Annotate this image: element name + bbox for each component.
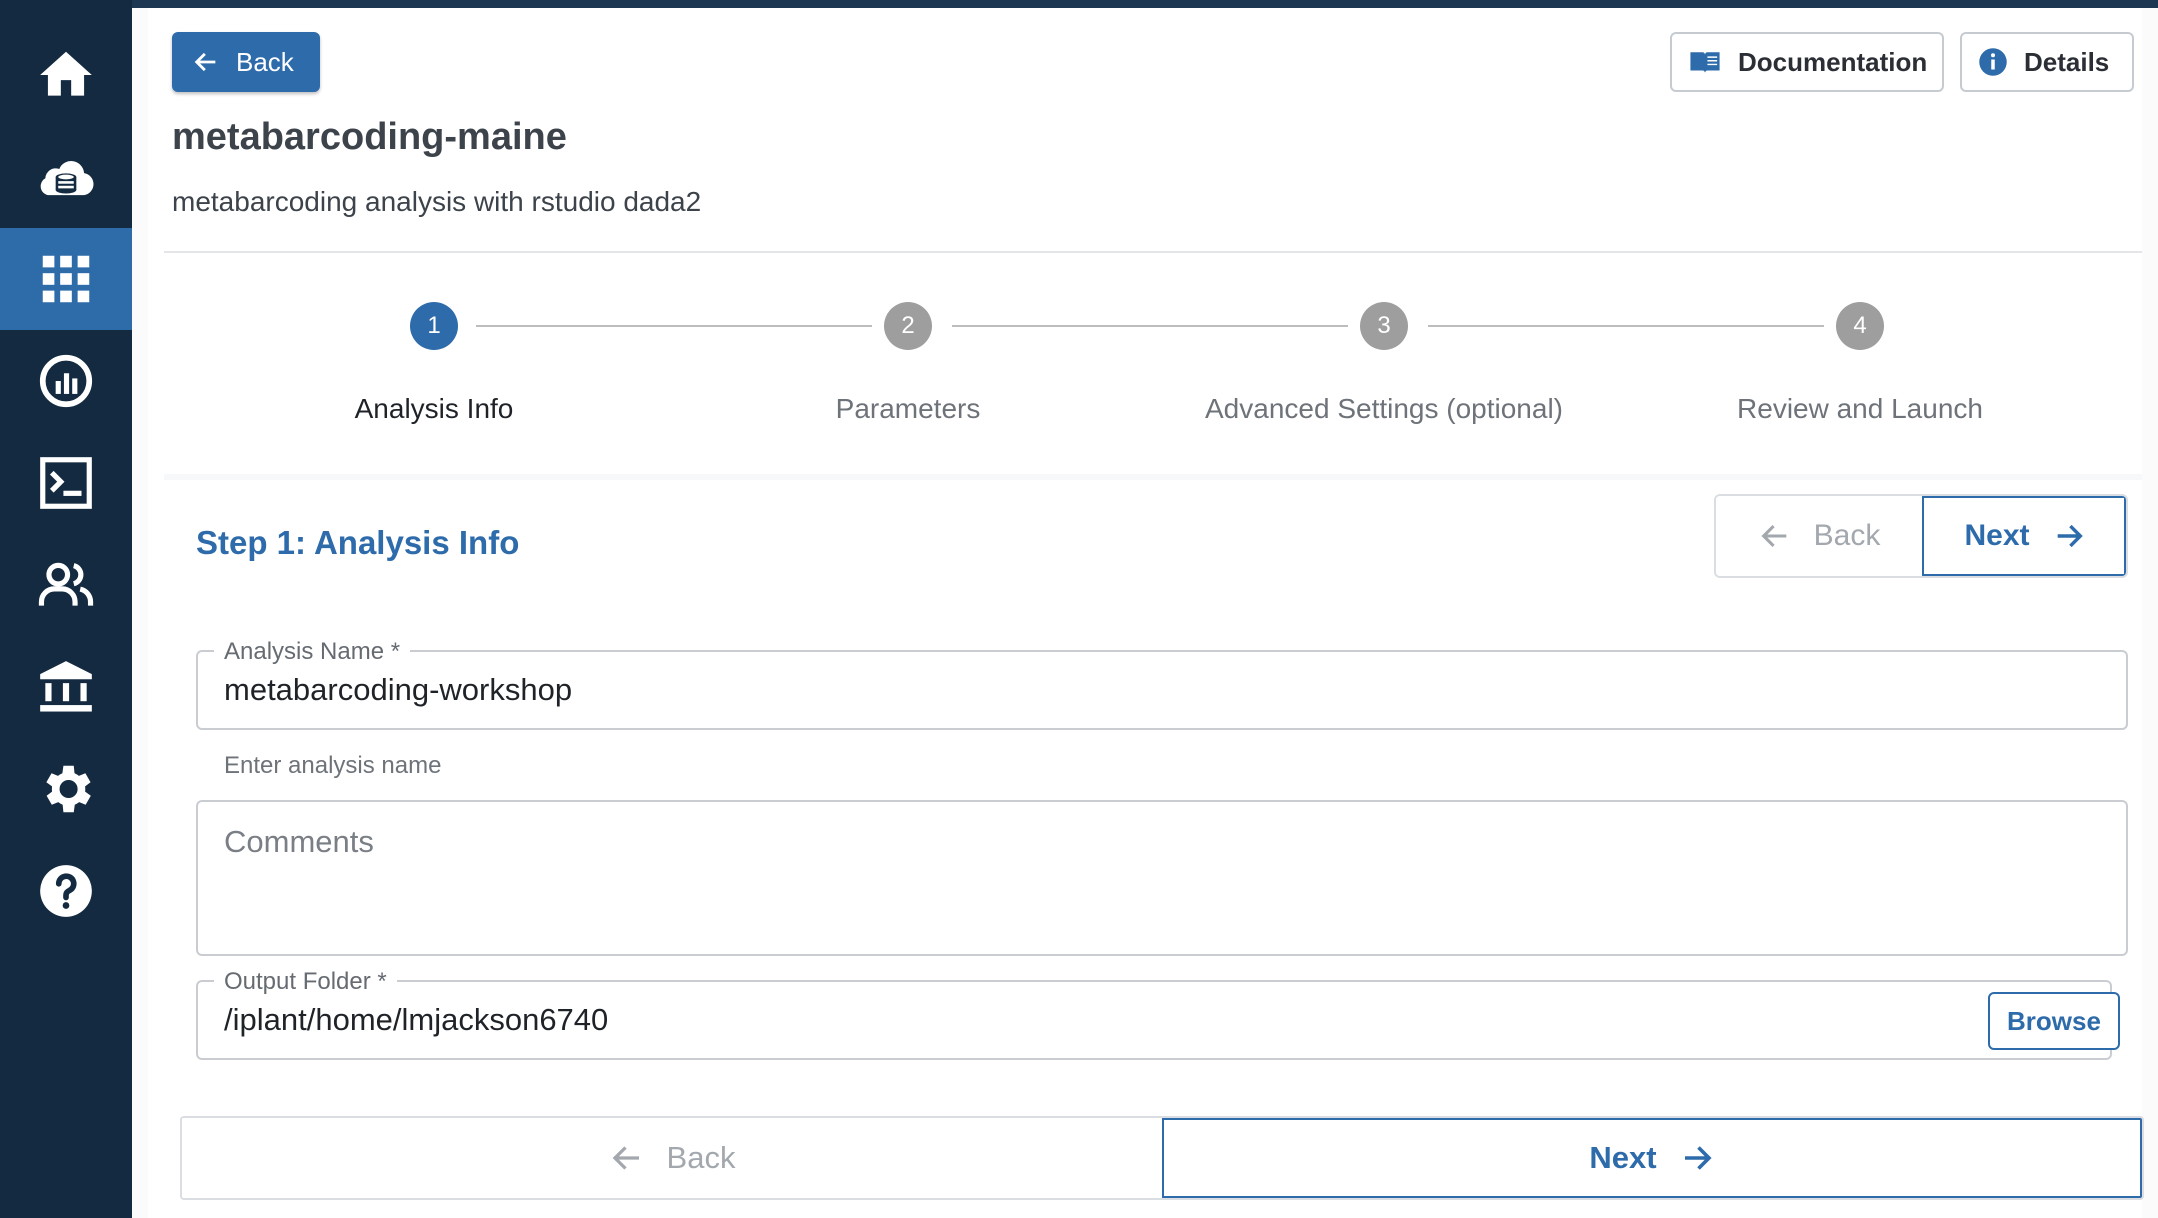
arrow-left-icon [612, 1146, 639, 1170]
documentation-button-label: Documentation [1738, 46, 1928, 77]
back-button-label: Back [236, 46, 294, 77]
analysis-name-input[interactable]: metabarcoding-workshop [224, 672, 572, 708]
step-next-label: Next [1964, 519, 2030, 552]
nav-settings[interactable] [0, 738, 132, 840]
back-button[interactable]: Back [172, 32, 320, 92]
step-2-circle[interactable]: 2 [884, 302, 932, 350]
step-1-label[interactable]: Analysis Info [355, 393, 514, 425]
step-nav-top: Back Next [1714, 494, 2128, 578]
comments-placeholder: Comments [224, 824, 374, 859]
step-2-label[interactable]: Parameters [836, 393, 981, 425]
arrow-left-icon [194, 52, 216, 72]
nav-home[interactable] [0, 24, 132, 126]
apps-grid-icon [42, 255, 90, 303]
help-icon [40, 865, 92, 917]
arrow-right-icon [2057, 524, 2083, 548]
book-icon [1690, 52, 1720, 73]
info-icon [1979, 48, 2007, 76]
nav-teams[interactable] [0, 534, 132, 636]
institution-icon [40, 661, 92, 712]
step-heading: Step 1: Analysis Info [196, 524, 520, 561]
bottom-back-button[interactable]: Back [182, 1118, 1162, 1198]
nav-help[interactable] [0, 840, 132, 942]
step-4-label[interactable]: Review and Launch [1737, 393, 1983, 425]
nav-analyses[interactable] [0, 330, 132, 432]
app-launch-card: Back Documentation Details metabarcoding… [148, 8, 2144, 1218]
analysis-name-label: Analysis Name * [214, 638, 411, 666]
step-3-label[interactable]: Advanced Settings (optional) [1205, 393, 1563, 425]
home-icon [40, 51, 92, 96]
settings-icon [46, 765, 91, 813]
step-back-label: Back [1813, 519, 1881, 552]
bottom-back-label: Back [666, 1140, 736, 1175]
comments-field[interactable]: Comments [196, 800, 2128, 956]
page-title: metabarcoding-maine [172, 116, 567, 158]
section-divider [164, 474, 2142, 480]
stepper-connector [476, 325, 872, 327]
details-button-label: Details [2024, 46, 2110, 77]
header-divider [164, 251, 2142, 253]
main-content: Back Documentation Details metabarcoding… [132, 8, 2158, 1218]
analysis-name-helper: Enter analysis name [224, 752, 442, 779]
stepper-connector [1428, 325, 1824, 327]
step-1-circle[interactable]: 1 [410, 302, 458, 350]
stepper-connector [952, 325, 1348, 327]
terminal-icon [40, 457, 92, 509]
nav-collections[interactable] [0, 636, 132, 738]
arrow-right-icon [1684, 1146, 1712, 1170]
nav-vice[interactable] [0, 432, 132, 534]
step-4-circle[interactable]: 4 [1836, 302, 1884, 350]
analysis-name-field[interactable]: Analysis Name * metabarcoding-workshop [196, 638, 2128, 730]
browse-button[interactable]: Browse [1988, 992, 2120, 1050]
nav-data[interactable] [0, 126, 132, 228]
step-3-circle[interactable]: 3 [1360, 302, 1408, 350]
output-folder-field[interactable]: Output Folder * /iplant/home/lmjackson67… [196, 968, 2120, 1060]
nav-apps[interactable] [0, 228, 132, 330]
step-nav-bottom: Back Next [180, 1116, 2144, 1200]
bottom-next-label: Next [1589, 1140, 1657, 1175]
documentation-button[interactable]: Documentation [1670, 32, 1944, 92]
top-accent-bar [0, 0, 2158, 8]
details-button[interactable]: Details [1960, 32, 2134, 92]
teams-icon [38, 562, 94, 606]
step-back-button[interactable]: Back [1716, 496, 1922, 576]
page-subtitle: metabarcoding analysis with rstudio dada… [172, 186, 702, 217]
side-navigation [0, 0, 132, 1218]
arrow-left-icon [1761, 524, 1786, 548]
bottom-next-button[interactable]: Next [1162, 1118, 2142, 1198]
analyses-icon [39, 354, 93, 408]
output-folder-input[interactable]: /iplant/home/lmjackson6740 [224, 1002, 608, 1038]
cloud-data-icon [40, 161, 94, 196]
output-folder-label: Output Folder * [214, 968, 397, 996]
step-next-button[interactable]: Next [1922, 496, 2126, 576]
